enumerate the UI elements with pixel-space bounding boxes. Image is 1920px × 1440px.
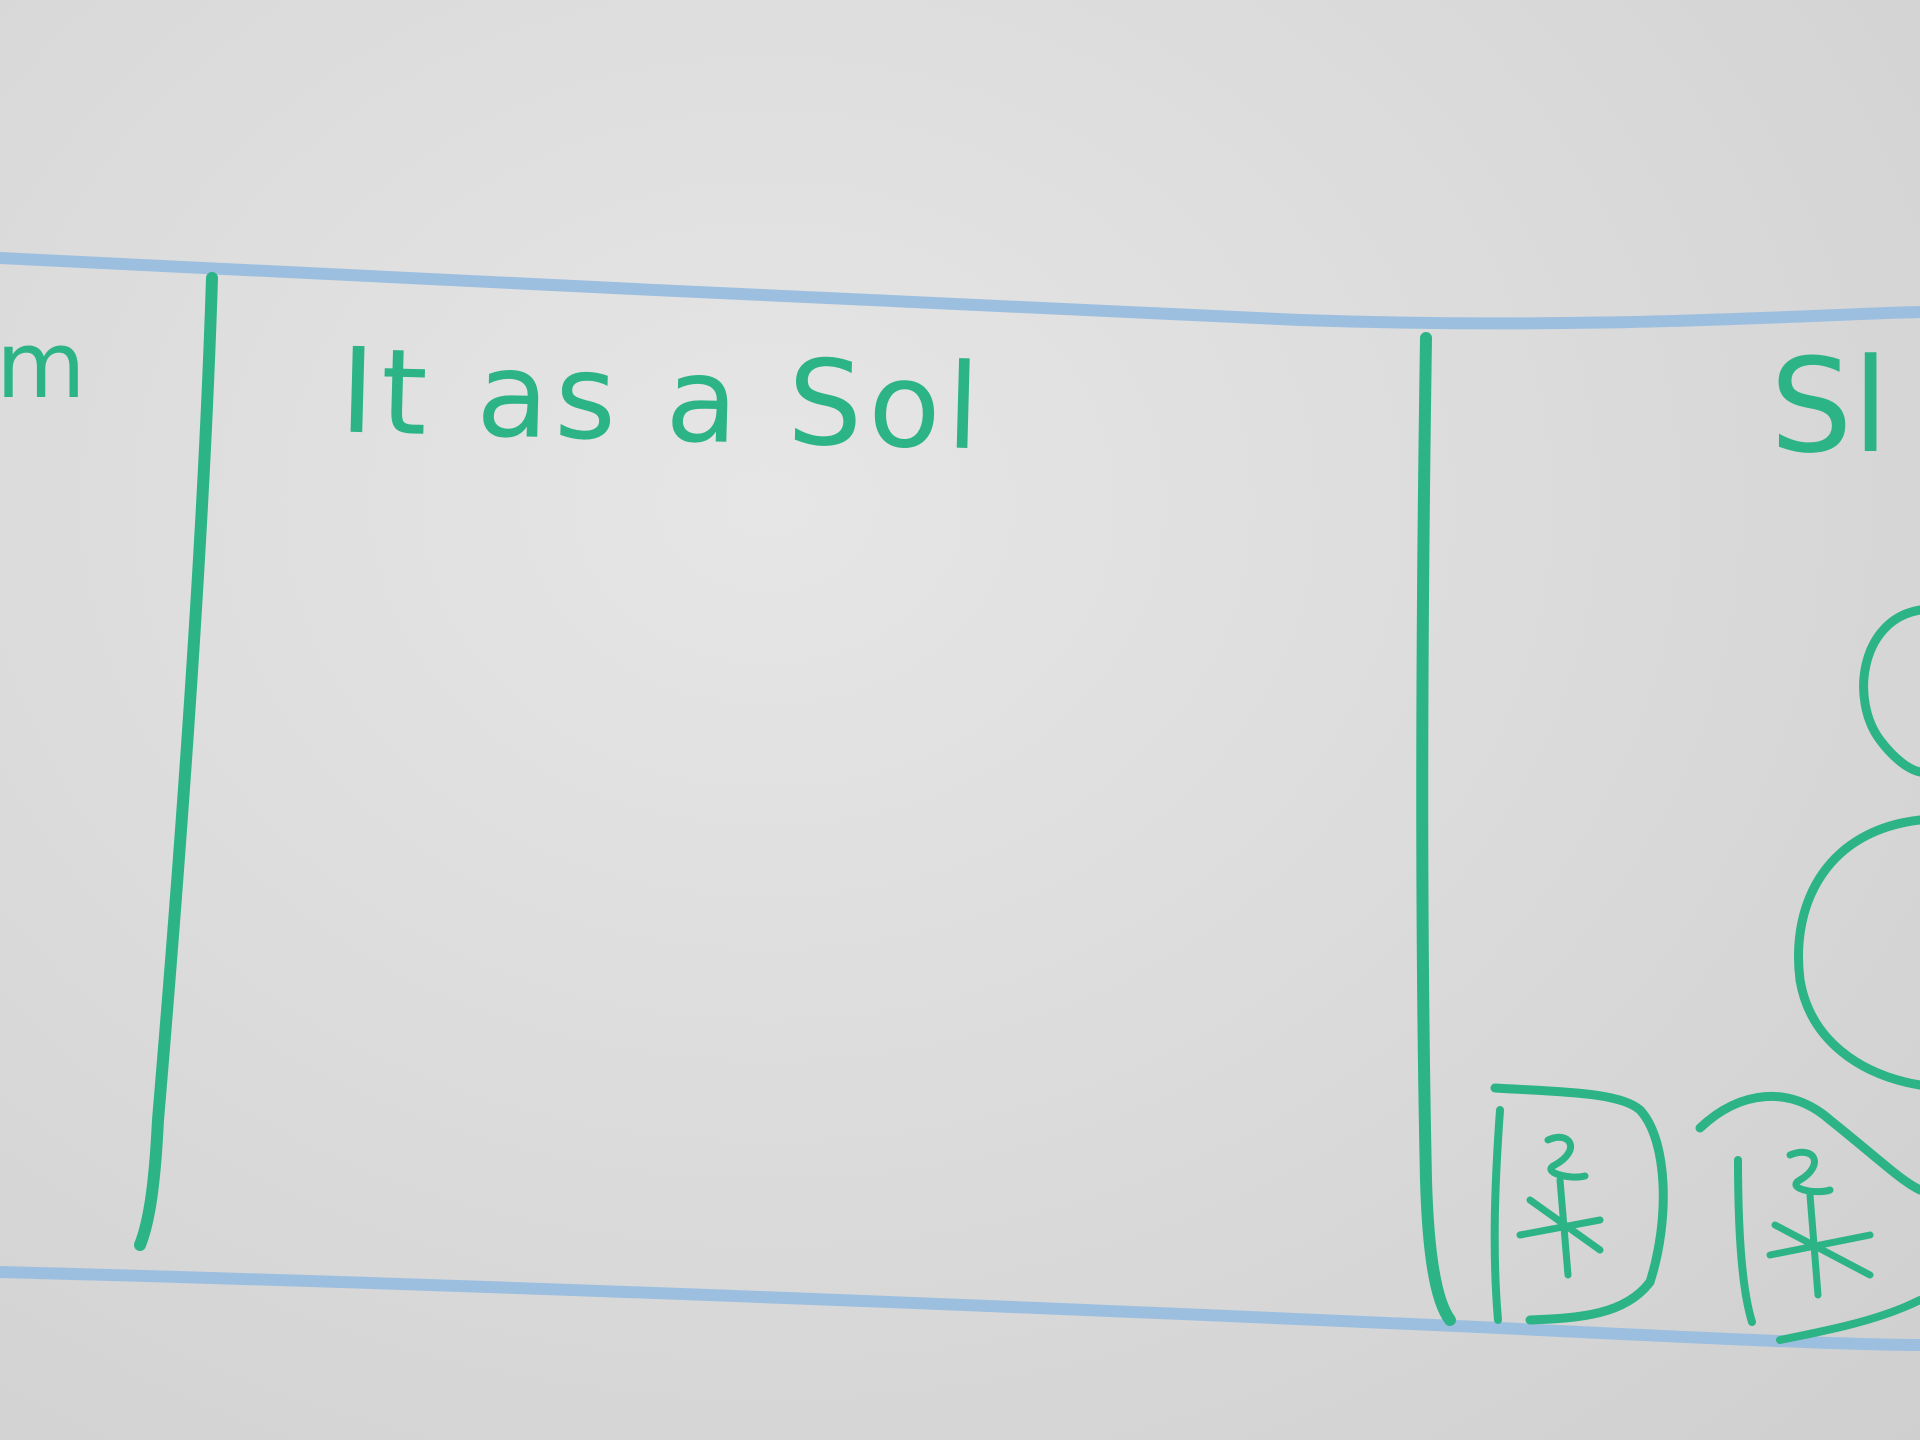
left-panel-divider [134, 272, 218, 1251]
circle-shape [1859, 605, 1920, 777]
stick-figure-icon [1695, 1091, 1920, 1344]
bottom-guide-line [0, 1266, 1920, 1351]
storyboard-lines [0, 252, 1920, 1351]
right-panel-heading: Sl [1770, 330, 1889, 482]
top-guide-line [0, 252, 1920, 330]
whiteboard-photo: m It as a Sol Sl [0, 0, 1920, 1440]
right-panel-divider [1416, 332, 1456, 1326]
left-panel-heading: m [0, 312, 86, 419]
circle-shape [1794, 815, 1920, 1090]
center-panel-heading: It as a Sol [338, 321, 988, 477]
stick-figure-icon [1490, 1083, 1668, 1325]
